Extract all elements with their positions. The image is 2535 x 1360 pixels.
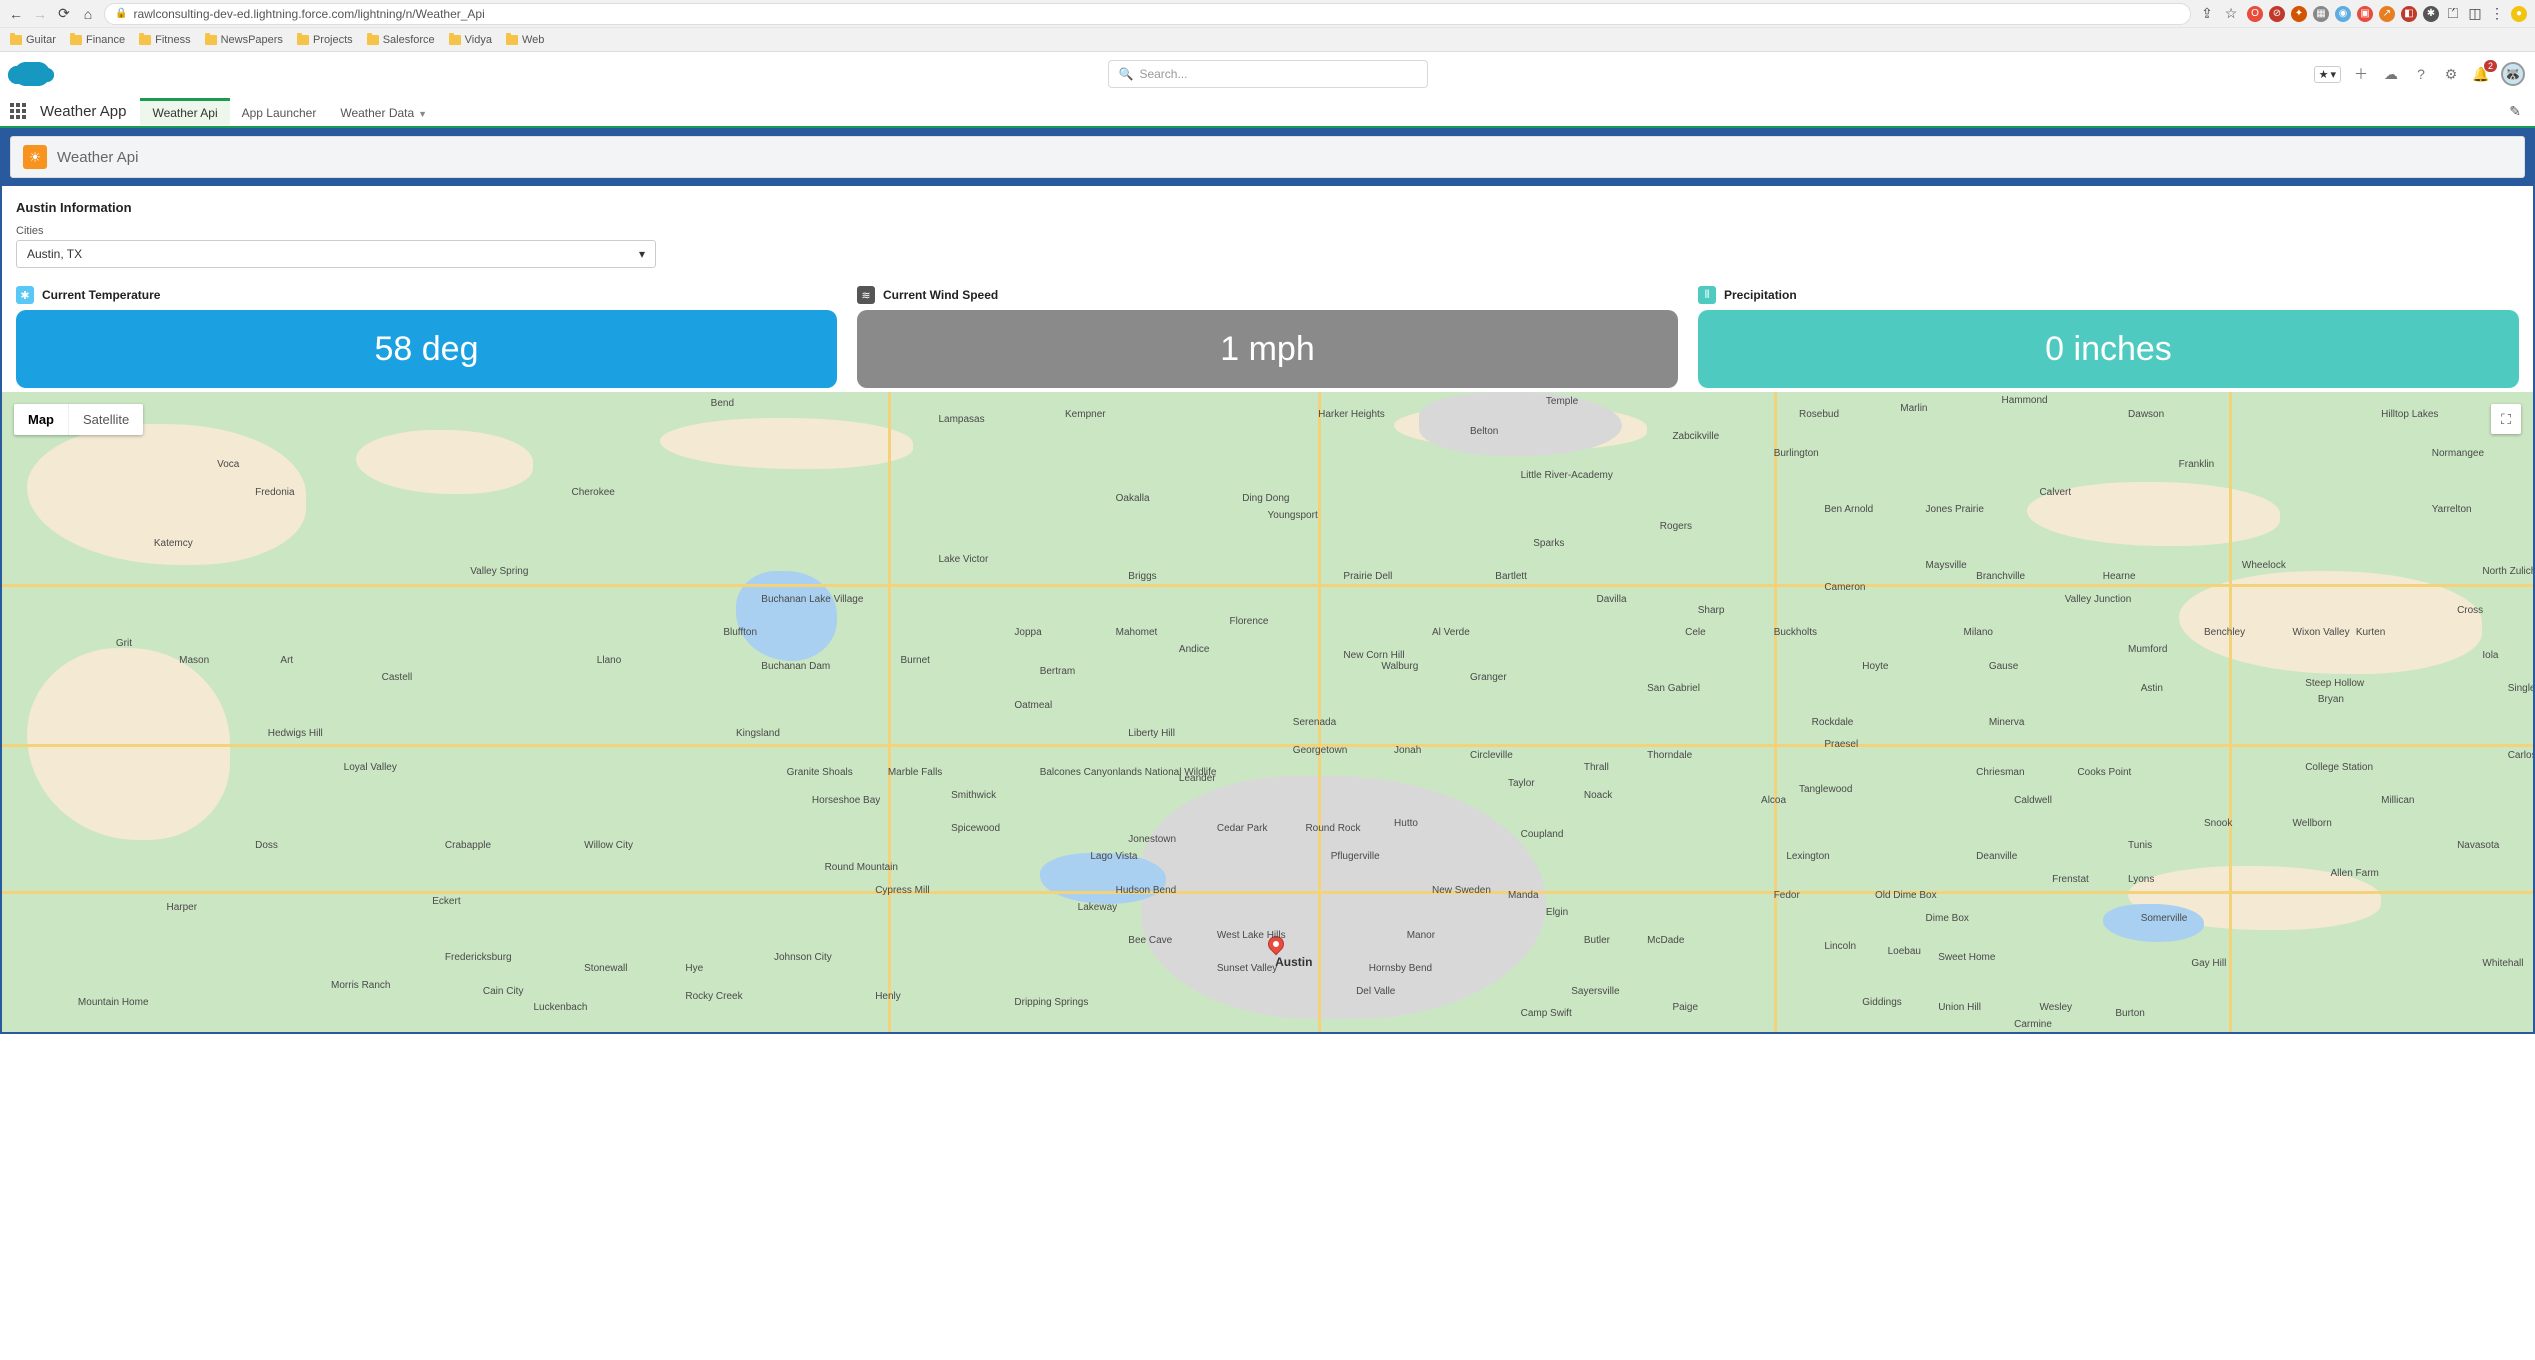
reload-button[interactable]: ⟳ bbox=[56, 6, 72, 22]
url-bar[interactable]: 🔒 rawlconsulting-dev-ed.lightning.force.… bbox=[104, 3, 2191, 25]
search-icon: 🔍 bbox=[1119, 67, 1134, 81]
add-icon[interactable]: ＋ bbox=[2351, 64, 2371, 84]
ext-icon[interactable]: ◧ bbox=[2401, 6, 2417, 22]
search-placeholder: Search... bbox=[1139, 67, 1187, 81]
ext-icon[interactable]: ◉ bbox=[2335, 6, 2351, 22]
edit-page-icon[interactable]: ✎ bbox=[2505, 99, 2525, 124]
salesforce-help-icon[interactable]: ☁ bbox=[2381, 64, 2401, 84]
ext-icon[interactable]: ↗ bbox=[2379, 6, 2395, 22]
weather-api-icon: ☀ bbox=[23, 145, 47, 169]
bookmark-item[interactable]: Vidya bbox=[449, 34, 492, 46]
metric-icon: ✱ bbox=[16, 286, 34, 304]
folder-icon bbox=[506, 35, 518, 45]
home-button[interactable]: ⌂ bbox=[80, 6, 96, 22]
setup-gear-icon[interactable]: ⚙ bbox=[2441, 64, 2461, 84]
global-search[interactable]: 🔍 Search... bbox=[1108, 60, 1428, 88]
app-launcher-icon[interactable] bbox=[10, 103, 26, 119]
bookmark-label: Salesforce bbox=[383, 34, 435, 46]
back-button[interactable]: ← bbox=[8, 6, 24, 22]
metric-tile: 58 deg bbox=[16, 310, 837, 388]
map-view-button[interactable]: Map bbox=[14, 404, 68, 435]
map-type-controls: Map Satellite bbox=[14, 404, 143, 435]
bookmark-label: Guitar bbox=[26, 34, 56, 46]
cast-icon[interactable]: ⏍ bbox=[2445, 6, 2461, 22]
metric-icon: ⫴ bbox=[1698, 286, 1716, 304]
folder-icon bbox=[205, 35, 217, 45]
metric-value: 1 mph bbox=[1220, 330, 1315, 369]
app-name: Weather App bbox=[40, 103, 126, 120]
bookmark-label: Vidya bbox=[465, 34, 492, 46]
folder-icon bbox=[10, 35, 22, 45]
ext-icon[interactable]: ▦ bbox=[2313, 6, 2329, 22]
ext-icon[interactable]: ✦ bbox=[2291, 6, 2307, 22]
map[interactable]: Map Satellite ⛶ Austin BendLampasasKempn… bbox=[2, 392, 2533, 1032]
nav-tab[interactable]: Weather Data ▼ bbox=[328, 98, 439, 125]
bookmark-item[interactable]: Salesforce bbox=[367, 34, 435, 46]
bookmark-label: Finance bbox=[86, 34, 125, 46]
metric-label: Precipitation bbox=[1724, 288, 1797, 302]
folder-icon bbox=[297, 35, 309, 45]
folder-icon bbox=[70, 35, 82, 45]
bookmark-item[interactable]: Finance bbox=[70, 34, 125, 46]
cities-combobox[interactable]: Austin, TX ▾ bbox=[16, 240, 656, 268]
bookmark-item[interactable]: NewsPapers bbox=[205, 34, 283, 46]
cities-label: Cities bbox=[16, 225, 2519, 237]
metric-label: Current Wind Speed bbox=[883, 288, 998, 302]
metric-label: Current Temperature bbox=[42, 288, 160, 302]
fullscreen-icon[interactable]: ⛶ bbox=[2491, 404, 2521, 434]
help-icon[interactable]: ? bbox=[2411, 64, 2431, 84]
metric-tile: 1 mph bbox=[857, 310, 1678, 388]
avatar[interactable]: 🦝 bbox=[2501, 62, 2525, 86]
folder-icon bbox=[367, 35, 379, 45]
metric-tile: 0 inches bbox=[1698, 310, 2519, 388]
metric-value: 0 inches bbox=[2045, 330, 2172, 369]
favorites-button[interactable]: ★▾ bbox=[2314, 66, 2341, 83]
cities-value: Austin, TX bbox=[27, 247, 82, 261]
page-header: ☀ Weather Api bbox=[10, 136, 2525, 178]
star-icon[interactable]: ☆ bbox=[2223, 6, 2239, 22]
ext-icon[interactable]: ⊘ bbox=[2269, 6, 2285, 22]
section-title: Austin Information bbox=[16, 200, 2519, 215]
share-icon[interactable]: ⇪ bbox=[2199, 6, 2215, 22]
ext-icon[interactable]: O bbox=[2247, 6, 2263, 22]
account-icon[interactable]: ◫ bbox=[2467, 6, 2483, 22]
nav-tab[interactable]: Weather Api bbox=[140, 98, 229, 125]
salesforce-logo[interactable] bbox=[14, 62, 50, 86]
metric-icon: ≋ bbox=[857, 286, 875, 304]
forward-button[interactable]: → bbox=[32, 6, 48, 22]
bookmark-item[interactable]: Web bbox=[506, 34, 544, 46]
tab-label: App Launcher bbox=[242, 106, 317, 120]
page-title: Weather Api bbox=[57, 149, 138, 166]
url-text: rawlconsulting-dev-ed.lightning.force.co… bbox=[133, 7, 484, 21]
bookmark-item[interactable]: Fitness bbox=[139, 34, 190, 46]
bookmark-label: Projects bbox=[313, 34, 353, 46]
tab-label: Weather Data bbox=[340, 106, 414, 120]
lock-icon: 🔒 bbox=[115, 8, 127, 19]
bookmark-item[interactable]: Guitar bbox=[10, 34, 56, 46]
extensions: O ⊘ ✦ ▦ ◉ ▣ ↗ ◧ ✱ ⏍ ◫ ⋮ ● bbox=[2247, 6, 2527, 22]
bookmark-item[interactable]: Projects bbox=[297, 34, 353, 46]
nav-tab[interactable]: App Launcher bbox=[230, 98, 329, 125]
bookmark-label: Fitness bbox=[155, 34, 190, 46]
bookmark-label: Web bbox=[522, 34, 544, 46]
satellite-view-button[interactable]: Satellite bbox=[68, 404, 143, 435]
tab-label: Weather Api bbox=[152, 106, 217, 120]
ext-icon[interactable]: ▣ bbox=[2357, 6, 2373, 22]
menu-icon[interactable]: ⋮ bbox=[2489, 6, 2505, 22]
metric-value: 58 deg bbox=[375, 330, 479, 369]
folder-icon bbox=[449, 35, 461, 45]
chevron-down-icon: ▾ bbox=[639, 247, 645, 261]
notifications-icon[interactable]: 🔔2 bbox=[2471, 64, 2491, 84]
bookmark-label: NewsPapers bbox=[221, 34, 283, 46]
profile-icon[interactable]: ● bbox=[2511, 6, 2527, 22]
notif-badge: 2 bbox=[2484, 60, 2497, 72]
ext-puzzle-icon[interactable]: ✱ bbox=[2423, 6, 2439, 22]
chevron-down-icon: ▼ bbox=[418, 109, 427, 119]
folder-icon bbox=[139, 35, 151, 45]
